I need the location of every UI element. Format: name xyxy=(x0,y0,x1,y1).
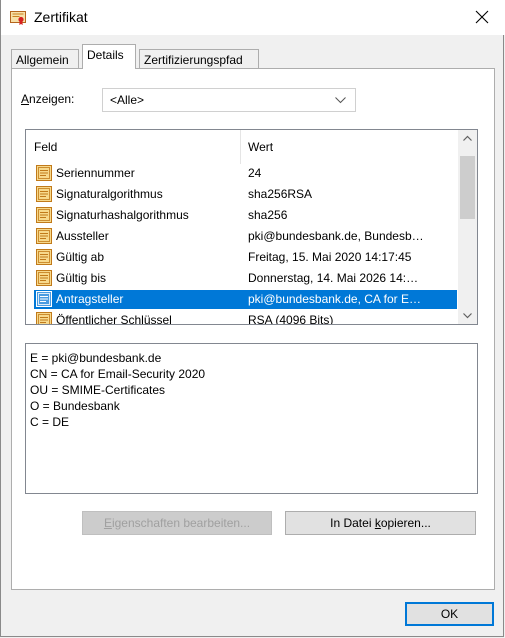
fields-list[interactable]: Feld Wert Seriennummer 24 Signaturalgorith… xyxy=(25,129,478,325)
column-header-value[interactable]: Wert xyxy=(248,140,273,154)
certificate-field-icon xyxy=(36,207,52,223)
certificate-field-icon xyxy=(36,312,52,324)
list-row[interactable]: Signaturalgorithmus sha256RSA xyxy=(34,185,457,204)
certificate-icon xyxy=(10,11,26,25)
row-field: Signaturalgorithmus xyxy=(56,187,163,201)
scroll-down-button[interactable] xyxy=(458,307,477,324)
row-field: Seriennummer xyxy=(56,166,135,180)
vertical-scrollbar[interactable] xyxy=(458,130,477,324)
show-label-text: nzeigen: xyxy=(29,92,75,106)
certificate-field-icon xyxy=(36,165,52,181)
certificate-field-icon xyxy=(36,291,52,307)
scroll-thumb[interactable] xyxy=(460,156,475,219)
list-header: Feld Wert xyxy=(26,130,458,164)
edit-properties-accel: E xyxy=(103,516,112,530)
copy-to-file-label-rest: opieren... xyxy=(380,516,431,530)
close-button[interactable] xyxy=(459,0,505,35)
row-value: 24 xyxy=(248,166,262,180)
detail-line: O = Bundesbank xyxy=(30,399,120,413)
tab-details[interactable]: Details xyxy=(82,44,136,69)
list-row[interactable]: Antragsteller pki@bundesbank.de, CA for E… xyxy=(34,290,457,309)
row-field: Aussteller xyxy=(56,229,109,243)
list-row[interactable]: Seriennummer 24 xyxy=(34,164,457,183)
detail-line: E = pki@bundesbank.de xyxy=(30,351,162,365)
column-header-field[interactable]: Feld xyxy=(34,140,57,154)
list-row[interactable]: Signaturhashalgorithmus sha256 xyxy=(34,206,457,225)
certificate-field-icon xyxy=(36,228,52,244)
tab-allgemein[interactable]: Allgemein xyxy=(11,49,79,69)
chevron-up-icon xyxy=(463,135,472,141)
row-value: pki@bundesbank.de, CA for E… xyxy=(248,292,421,306)
edit-properties-button[interactable]: Eigenschaften bearbeiten... xyxy=(82,511,272,535)
certificate-field-icon xyxy=(36,270,52,286)
row-value: sha256RSA xyxy=(248,187,313,201)
detail-line: OU = SMIME-Certificates xyxy=(30,383,166,397)
list-row[interactable]: Gültig bis Donnerstag, 14. Mai 2026 14:… xyxy=(34,269,457,288)
certificate-field-icon xyxy=(36,249,52,265)
row-field: Gültig ab xyxy=(56,250,105,264)
column-divider[interactable] xyxy=(240,130,241,164)
row-value: Freitag, 15. Mai 2020 14:17:45 xyxy=(248,250,412,264)
chevron-down-icon xyxy=(335,97,346,104)
tab-zertifizierungspfad[interactable]: Zertifizierungspfad xyxy=(139,49,259,69)
show-select[interactable]: <Alle> xyxy=(102,88,356,112)
row-value: Donnerstag, 14. Mai 2026 14:… xyxy=(248,271,419,285)
title-bar: Zertifikat xyxy=(1,0,505,35)
copy-to-file-button[interactable]: In Datei kopieren... xyxy=(285,511,476,535)
row-value: RSA (4096 Bits) xyxy=(248,313,334,325)
field-value-textbox[interactable]: E = pki@bundesbank.de CN = CA for Email-… xyxy=(25,343,478,494)
row-field: Öffentlicher Schlüssel xyxy=(56,313,172,325)
list-row[interactable]: Gültig ab Freitag, 15. Mai 2020 14:17:45 xyxy=(34,248,457,267)
tab-label: Details xyxy=(87,48,124,62)
row-value: sha256 xyxy=(248,208,288,222)
list-row[interactable]: Aussteller pki@bundesbank.de, Bundesb… xyxy=(34,227,457,246)
detail-line: CN = CA for Email-Security 2020 xyxy=(30,367,206,381)
ok-button[interactable]: OK xyxy=(405,602,494,626)
ok-label: OK xyxy=(440,607,459,621)
show-label-accel: A xyxy=(21,92,30,106)
show-label: Anzeigen: xyxy=(21,92,74,106)
close-icon xyxy=(475,10,489,24)
window-title: Zertifikat xyxy=(34,9,88,25)
row-value: pki@bundesbank.de, Bundesb… xyxy=(248,229,424,243)
tab-label: Zertifizierungspfad xyxy=(144,53,243,67)
list-row[interactable]: Öffentlicher Schlüssel RSA (4096 Bits) xyxy=(34,311,457,325)
scroll-up-button[interactable] xyxy=(458,130,477,147)
tab-label: Allgemein xyxy=(16,53,69,67)
row-field: Gültig bis xyxy=(56,271,107,285)
row-field: Signaturhashalgorithmus xyxy=(56,208,189,222)
show-select-value: <Alle> xyxy=(110,93,145,107)
detail-line: C = DE xyxy=(30,415,70,429)
certificate-field-icon xyxy=(36,186,52,202)
chevron-down-icon xyxy=(463,313,472,319)
copy-to-file-label-pre: In Datei xyxy=(330,516,375,530)
certificate-dialog: Zertifikat Allgemein Details Zertifizier… xyxy=(0,0,505,637)
row-field: Antragsteller xyxy=(56,292,124,306)
edit-properties-label: igenschaften bearbeiten... xyxy=(111,516,251,530)
